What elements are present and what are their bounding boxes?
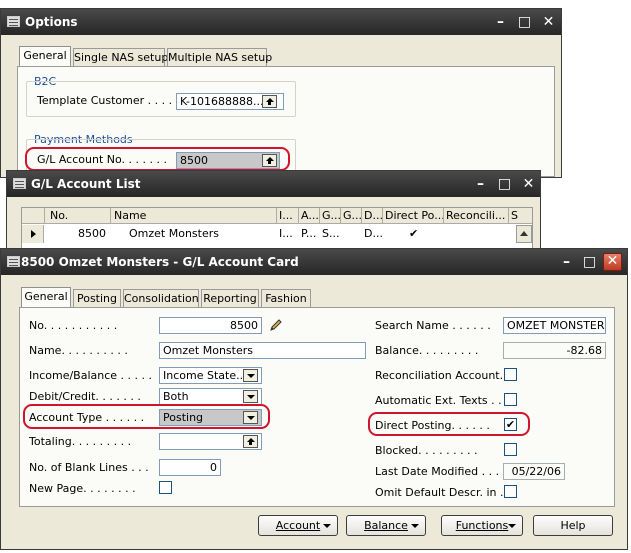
close-button[interactable]: ✕ xyxy=(603,253,622,271)
tab-general[interactable]: General xyxy=(21,287,71,308)
card-titlebar: 8500 Omzet Monsters - G/L Account Card –… xyxy=(1,249,627,275)
debit-credit-label: Debit/Credit. . . . . . . xyxy=(29,390,141,403)
row-debit: D... xyxy=(364,227,383,240)
col-gen-prod[interactable]: G... xyxy=(343,209,361,222)
col-account-type[interactable]: A... xyxy=(301,209,319,222)
tab-posting[interactable]: Posting xyxy=(73,289,121,307)
list-title: G/L Account List xyxy=(31,177,141,191)
account-button[interactable]: Account xyxy=(258,515,338,536)
search-name-label: Search Name . . . . . . xyxy=(375,319,491,332)
minimize-button[interactable]: – xyxy=(491,13,510,31)
help-button-label: Help xyxy=(560,519,586,532)
options-title: Options xyxy=(25,15,78,29)
window-icon xyxy=(7,256,20,267)
blank-lines-label: No. of Blank Lines . . . xyxy=(29,461,149,474)
chevron-down-icon[interactable] xyxy=(243,390,258,403)
list-grid: No. Name I... A... G... G... D... Direct… xyxy=(21,207,533,253)
col-no[interactable]: No. xyxy=(50,209,68,222)
scrollbar-up-button[interactable] xyxy=(516,225,532,243)
close-button[interactable]: ✕ xyxy=(539,13,558,31)
highlight-gl-account xyxy=(25,147,290,171)
tab-single-nas[interactable]: Single NAS setup xyxy=(73,48,168,66)
blank-lines-field[interactable]: 0 xyxy=(159,459,221,476)
col-s[interactable]: S xyxy=(511,209,521,222)
reconciliation-checkbox[interactable] xyxy=(504,368,517,381)
lookup-button[interactable] xyxy=(262,95,277,108)
minimize-button[interactable]: – xyxy=(557,253,576,271)
functions-button[interactable]: Functions xyxy=(441,515,523,536)
name-field[interactable]: Omzet Monsters xyxy=(159,342,366,359)
options-window: Options – □ ✕ General Single NAS setup M… xyxy=(0,8,562,178)
omit-default-checkbox[interactable] xyxy=(504,485,517,498)
balance-label: Balance. . . . . . . . . xyxy=(375,344,479,357)
tab-consolidation[interactable]: Consolidation xyxy=(123,289,199,307)
chevron-down-icon xyxy=(508,524,516,528)
row-account-type: P... xyxy=(301,227,317,240)
auto-ext-texts-label: Automatic Ext. Texts . . . xyxy=(375,394,509,407)
row-gen-bus: S... xyxy=(322,227,340,240)
tab-reporting[interactable]: Reporting xyxy=(201,289,259,307)
last-modified-field[interactable]: 05/22/06 xyxy=(503,463,565,480)
last-modified-label: Last Date Modified . . . xyxy=(375,465,500,478)
options-titlebar: Options – □ ✕ xyxy=(1,9,561,35)
row-direct-posting-check: ✔ xyxy=(409,227,419,240)
row-selector-icon[interactable] xyxy=(22,225,44,243)
maximize-button[interactable]: □ xyxy=(515,13,534,31)
maximize-button[interactable]: □ xyxy=(580,253,599,271)
close-button[interactable]: ✕ xyxy=(519,175,538,193)
table-row[interactable]: 8500 Omzet Monsters I... P... S... D... … xyxy=(22,225,516,243)
income-balance-label: Income/Balance . . . . . xyxy=(29,369,153,382)
card-general-panel: No. . . . . . . . . . . 8500 Name. . . .… xyxy=(19,307,615,507)
search-name-field[interactable]: OMZET MONSTERS xyxy=(503,317,606,334)
row-income: I... xyxy=(279,227,293,240)
balance-button-label: Balance xyxy=(364,519,408,532)
chevron-down-icon xyxy=(323,524,331,528)
no-field[interactable]: 8500 xyxy=(159,317,262,334)
help-button[interactable]: Help xyxy=(533,515,613,536)
options-general-panel: B2C Template Customer . . . . . K-101688… xyxy=(17,66,555,177)
template-customer-label: Template Customer . . . . . xyxy=(37,94,180,107)
col-name[interactable]: Name xyxy=(114,209,146,222)
col-reconciliation[interactable]: Reconcili... xyxy=(446,209,508,222)
edit-pencil-icon[interactable] xyxy=(268,317,284,333)
no-label: No. . . . . . . . . . . xyxy=(29,319,118,332)
lookup-button[interactable] xyxy=(243,435,258,448)
window-icon xyxy=(13,178,26,189)
blocked-checkbox[interactable] xyxy=(504,443,517,456)
totaling-label: Totaling. . . . . . . . . xyxy=(29,435,132,448)
highlight-account-type xyxy=(23,404,270,429)
gl-account-list-window: G/L Account List – □ ✕ No. Name I... A..… xyxy=(6,170,541,253)
row-name: Omzet Monsters xyxy=(129,227,219,240)
auto-ext-texts-checkbox[interactable] xyxy=(504,393,517,406)
new-page-checkbox[interactable] xyxy=(159,481,172,494)
account-button-label: Account xyxy=(275,519,321,532)
new-page-label: New Page. . . . . . . . xyxy=(29,482,136,495)
gl-account-card-window: 8500 Omzet Monsters - G/L Account Card –… xyxy=(0,248,628,550)
window-icon xyxy=(7,16,20,27)
tab-multiple-nas[interactable]: Multiple NAS setup xyxy=(167,48,272,66)
row-no: 8500 xyxy=(78,227,106,240)
blocked-label: Blocked. . . . . . . . . xyxy=(375,444,478,457)
balance-button[interactable]: Balance xyxy=(346,515,426,536)
col-gen-bus[interactable]: G... xyxy=(322,209,340,222)
highlight-direct-posting xyxy=(368,412,530,436)
chevron-down-icon xyxy=(411,524,419,528)
list-titlebar: G/L Account List – □ ✕ xyxy=(7,171,540,197)
tab-general[interactable]: General xyxy=(19,46,71,67)
col-income[interactable]: I... xyxy=(279,209,297,222)
omit-default-label: Omit Default Descr. in ... xyxy=(375,486,511,499)
list-header: No. Name I... A... G... G... D... Direct… xyxy=(22,208,532,224)
name-label: Name. . . . . . . . . . xyxy=(29,344,128,357)
card-title: 8500 Omzet Monsters - G/L Account Card xyxy=(21,255,299,269)
minimize-button[interactable]: – xyxy=(471,175,490,193)
col-direct-posting[interactable]: Direct Po... xyxy=(385,209,443,222)
functions-button-label: Functions xyxy=(455,519,509,532)
chevron-down-icon[interactable] xyxy=(243,369,258,382)
balance-field[interactable]: -82.68 xyxy=(503,342,606,359)
reconciliation-label: Reconciliation Account. . xyxy=(375,369,511,382)
maximize-button[interactable]: □ xyxy=(495,175,514,193)
tab-fashion[interactable]: Fashion xyxy=(261,289,311,307)
col-debit[interactable]: D... xyxy=(364,209,382,222)
